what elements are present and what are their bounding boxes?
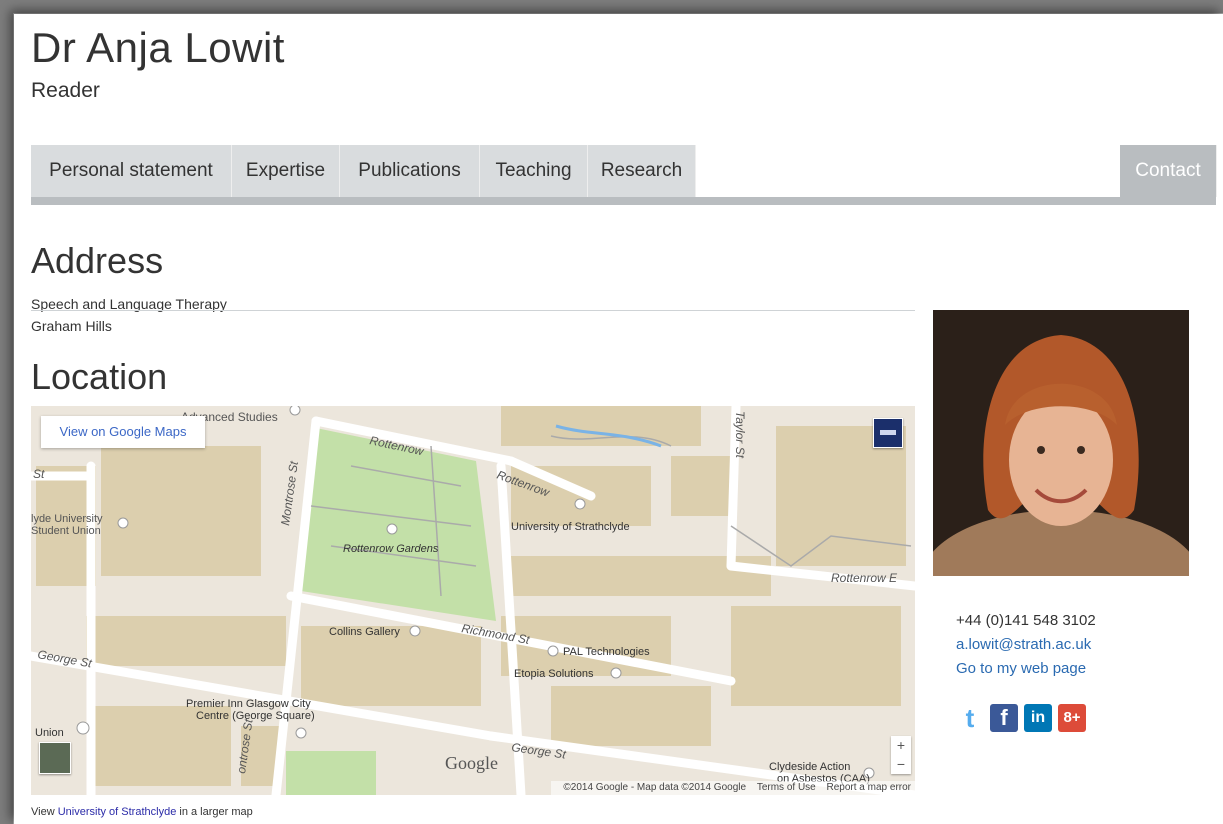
svg-text:Clydeside Action: Clydeside Action bbox=[769, 761, 850, 773]
svg-text:PAL Technologies: PAL Technologies bbox=[563, 646, 650, 658]
map-report-link[interactable]: Report a map error bbox=[827, 782, 911, 793]
svg-text:lyde University: lyde University bbox=[31, 513, 103, 525]
svg-text:Rottenrow Gardens: Rottenrow Gardens bbox=[343, 543, 439, 555]
svg-text:University of Strathclyde: University of Strathclyde bbox=[511, 521, 630, 533]
svg-text:Collins Gallery: Collins Gallery bbox=[329, 626, 400, 638]
google-logo: Google bbox=[445, 753, 498, 773]
twitter-icon[interactable]: t bbox=[956, 704, 984, 732]
svg-text:Taylor St: Taylor St bbox=[733, 411, 747, 459]
university-logo-icon[interactable] bbox=[873, 418, 903, 448]
facebook-icon[interactable]: f bbox=[990, 704, 1018, 732]
location-heading: Location bbox=[31, 356, 168, 397]
linkedin-icon[interactable]: in bbox=[1024, 704, 1052, 732]
address-line-2: Graham Hills bbox=[31, 318, 112, 334]
contact-email-link[interactable]: a.lowit@strath.ac.uk bbox=[956, 636, 1091, 653]
tab-underline bbox=[31, 197, 1216, 205]
map-terms-link[interactable]: Terms of Use bbox=[757, 782, 816, 793]
zoom-out-button[interactable]: − bbox=[891, 755, 911, 774]
profile-photo bbox=[933, 310, 1189, 576]
tab-personal-statement[interactable]: Personal statement bbox=[31, 145, 232, 197]
satellite-toggle-icon[interactable] bbox=[39, 742, 71, 774]
svg-text:Etopia Solutions: Etopia Solutions bbox=[514, 668, 594, 680]
tab-research[interactable]: Research bbox=[588, 145, 696, 197]
svg-text:Student Union: Student Union bbox=[31, 525, 101, 537]
zoom-in-button[interactable]: + bbox=[891, 736, 911, 755]
svg-text:Rottenrow E: Rottenrow E bbox=[831, 571, 898, 585]
tab-publications[interactable]: Publications bbox=[340, 145, 480, 197]
google-plus-icon[interactable]: 8+ bbox=[1058, 704, 1086, 732]
page-frame: Dr Anja Lowit Reader Personal statement … bbox=[14, 14, 1223, 824]
map-caption: View University of Strathclyde in a larg… bbox=[31, 806, 253, 818]
tab-teaching[interactable]: Teaching bbox=[480, 145, 588, 197]
profile-title: Reader bbox=[31, 79, 100, 102]
svg-text:Centre (George Square): Centre (George Square) bbox=[196, 710, 315, 722]
tab-contact[interactable]: Contact bbox=[1120, 145, 1217, 197]
profile-tabs: Personal statement Expertise Publication… bbox=[31, 145, 1217, 205]
map-footer: ©2014 Google - Map data ©2014 Google Ter… bbox=[551, 781, 915, 795]
svg-text:Union: Union bbox=[35, 727, 64, 739]
larger-map-link[interactable]: University of Strathclyde bbox=[58, 806, 177, 818]
view-on-google-maps-button[interactable]: View on Google Maps bbox=[41, 416, 205, 448]
profile-name: Dr Anja Lowit bbox=[31, 24, 285, 71]
zoom-control: + − bbox=[891, 736, 911, 774]
address-heading: Address bbox=[31, 240, 164, 281]
contact-phone: +44 (0)141 548 3102 bbox=[956, 612, 1096, 629]
svg-text:St: St bbox=[33, 467, 45, 481]
map-copyright: ©2014 Google - Map data ©2014 Google bbox=[563, 782, 747, 793]
address-divider bbox=[31, 310, 915, 311]
svg-text:Premier Inn Glasgow City: Premier Inn Glasgow City bbox=[186, 698, 311, 710]
google-map[interactable]: Advanced Studies Rottenrow Rottenrow Rot… bbox=[31, 406, 915, 795]
web-page-link[interactable]: Go to my web page bbox=[956, 660, 1086, 677]
map-canvas: Advanced Studies Rottenrow Rottenrow Rot… bbox=[31, 406, 915, 795]
tab-expertise[interactable]: Expertise bbox=[232, 145, 340, 197]
